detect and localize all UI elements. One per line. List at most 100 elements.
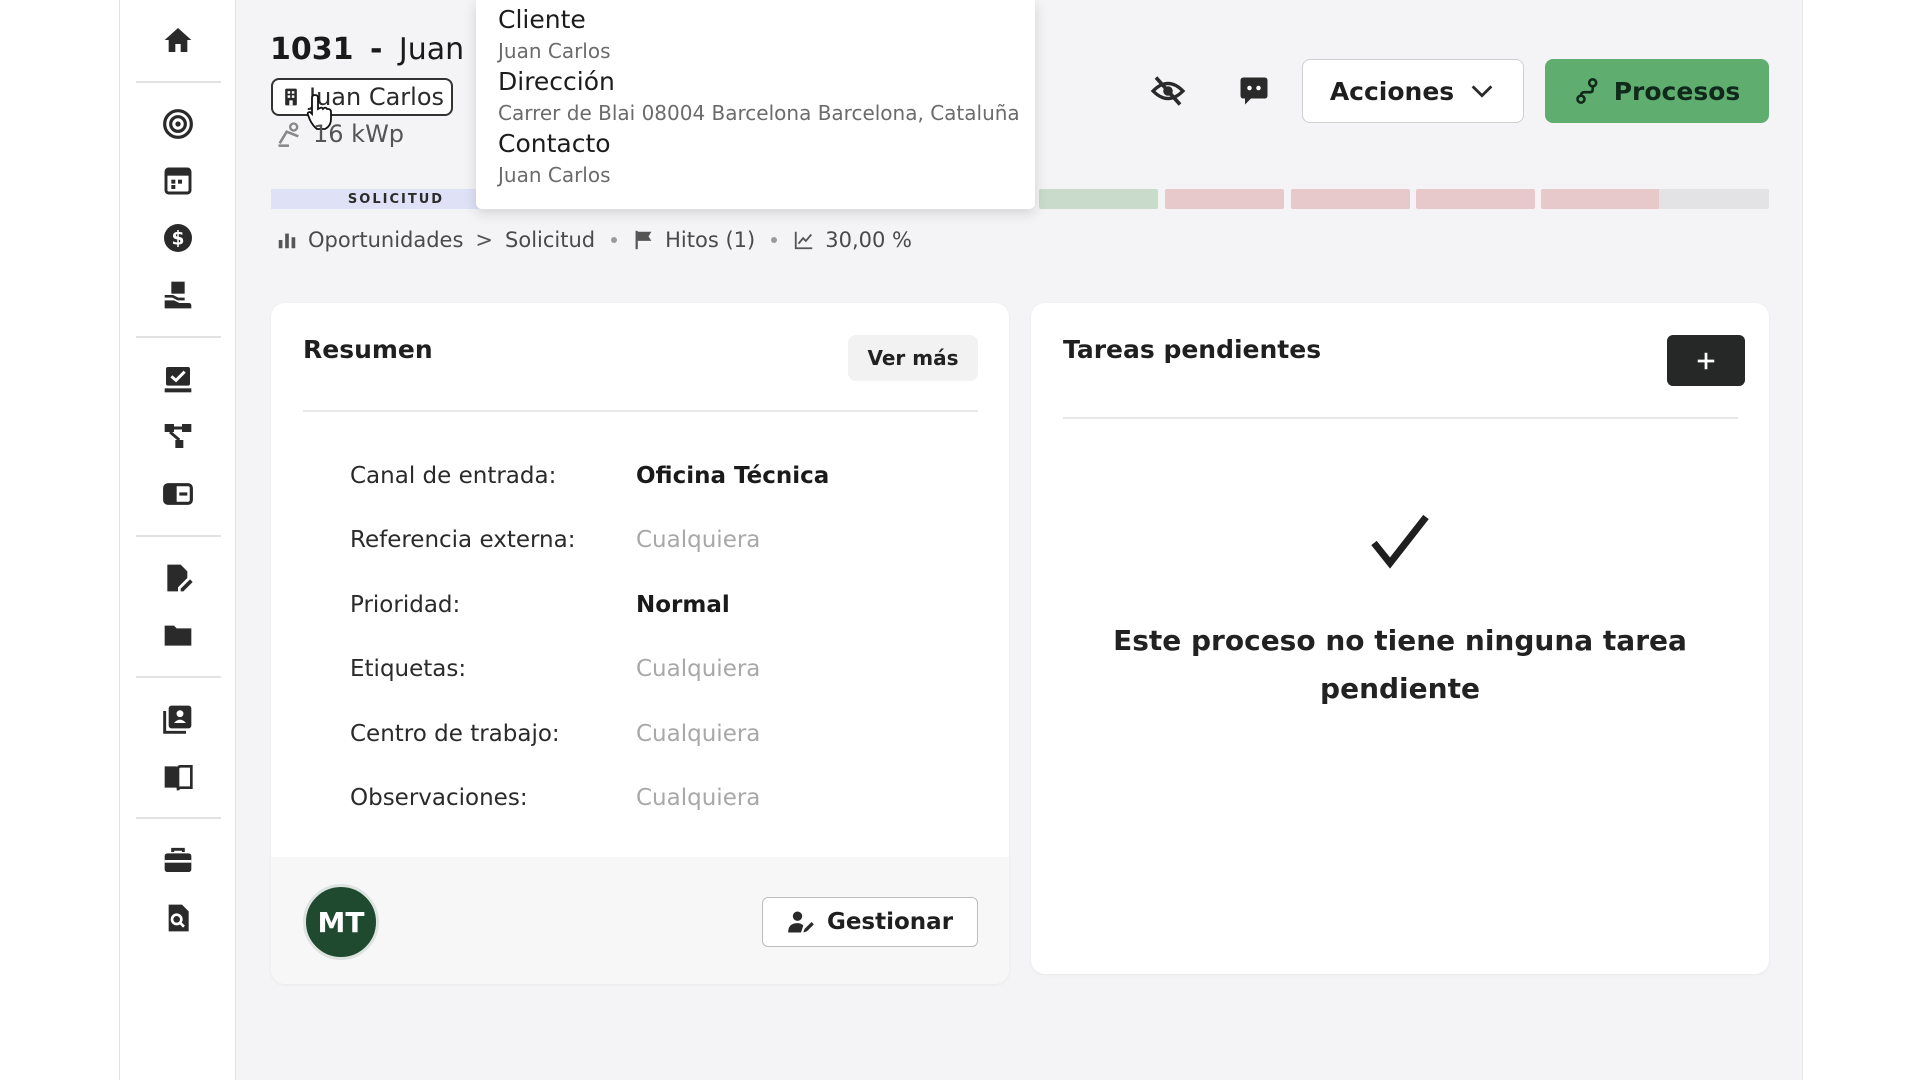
gestionar-button[interactable]: Gestionar xyxy=(762,897,978,947)
stage-segment[interactable] xyxy=(1416,189,1535,209)
field-label: Prioridad: xyxy=(350,592,461,618)
field-label: Observaciones: xyxy=(350,785,528,811)
chevron-down-icon xyxy=(1471,85,1493,98)
checkmark-icon xyxy=(1371,514,1429,569)
breadcrumb-dot xyxy=(771,237,778,243)
bar-chart-icon xyxy=(278,233,296,249)
home-icon[interactable] xyxy=(159,21,197,59)
power-rating: 16 kWp xyxy=(275,120,404,148)
flag-icon xyxy=(635,230,652,250)
acciones-dropdown[interactable]: Acciones xyxy=(1302,59,1524,123)
sidebar-divider xyxy=(136,336,221,338)
add-task-button[interactable] xyxy=(1667,335,1745,386)
file-sign-icon[interactable] xyxy=(159,559,197,597)
popover-direccion-label: Dirección xyxy=(498,67,615,96)
field-centro-trabajo: Centro de trabajo: Cualquiera xyxy=(350,721,910,747)
avatar[interactable]: MT xyxy=(303,884,379,960)
hide-toggle-button[interactable] xyxy=(1146,69,1190,113)
card-divider xyxy=(1063,417,1738,419)
popover-cliente-value: Juan Carlos xyxy=(498,39,611,63)
sidebar-divider xyxy=(136,535,221,537)
stage-segment[interactable] xyxy=(1039,189,1158,209)
sidebar-divider xyxy=(136,81,221,83)
chat-bot-icon xyxy=(1240,77,1268,105)
gestionar-label: Gestionar xyxy=(826,909,954,935)
field-value[interactable]: Cualquiera xyxy=(636,785,760,811)
title-client-name: Juan Carlos xyxy=(398,32,475,67)
field-value[interactable]: Oficina Técnica xyxy=(636,463,829,489)
tareas-card: Tareas pendientes Este proceso no tiene … xyxy=(1031,303,1769,974)
chat-button[interactable] xyxy=(1232,69,1276,113)
pencil-icon[interactable] xyxy=(452,87,453,107)
sidebar-divider xyxy=(136,817,221,819)
target-icon[interactable] xyxy=(159,105,197,143)
calendar-icon[interactable] xyxy=(159,162,197,200)
sidebar-divider xyxy=(136,676,221,678)
stage-segment[interactable] xyxy=(1165,189,1284,209)
stage-segment[interactable] xyxy=(1291,189,1410,209)
solar-panel-icon xyxy=(278,122,299,147)
svg-text:$: $ xyxy=(172,229,185,250)
field-value[interactable]: Cualquiera xyxy=(636,527,760,553)
power-value: 16 kWp xyxy=(313,120,405,148)
breadcrumb-chevron: > xyxy=(475,228,494,252)
document-search-icon[interactable] xyxy=(159,899,197,937)
ver-mas-button[interactable]: Ver más xyxy=(848,335,978,381)
eye-slash-icon xyxy=(1150,76,1186,106)
client-chip[interactable]: Juan Carlos xyxy=(271,78,453,116)
hitos-link[interactable]: Hitos (1) xyxy=(665,228,755,252)
acciones-label: Acciones xyxy=(1329,76,1455,106)
trend-chart-icon xyxy=(795,231,813,250)
field-canal: Canal de entrada: Oficina Técnica xyxy=(350,463,910,489)
procesos-label: Procesos xyxy=(1613,76,1741,106)
field-referencia: Referencia externa: Cualquiera xyxy=(350,527,910,553)
open-book-icon[interactable] xyxy=(159,758,197,796)
breadcrumb-dot xyxy=(611,237,618,243)
process-id: 1031 xyxy=(270,32,354,67)
breadcrumb: Oportunidades > Solicitud Hitos (1) 30,0… xyxy=(276,228,912,252)
right-panel-edge xyxy=(1802,0,1920,1080)
stage-segment[interactable] xyxy=(1541,189,1660,209)
toolbox-icon[interactable] xyxy=(159,841,197,879)
empty-state-line: Este proceso no tiene ninguna tarea xyxy=(1113,624,1687,657)
contacts-book-icon[interactable] xyxy=(159,700,197,738)
user-edit-icon xyxy=(788,911,814,933)
breadcrumb-section[interactable]: Oportunidades xyxy=(308,228,463,252)
field-observaciones: Observaciones: Cualquiera xyxy=(350,785,910,811)
popover-contacto-label: Contacto xyxy=(498,129,611,158)
empty-state-message: Este proceso no tiene ninguna tarea pend… xyxy=(1091,617,1709,713)
folder-icon[interactable] xyxy=(159,616,197,654)
field-value[interactable]: Normal xyxy=(636,592,730,618)
procesos-button[interactable]: Procesos xyxy=(1545,59,1769,123)
page-title: 1031 - Juan Carlos xyxy=(270,32,475,67)
task-check-icon[interactable] xyxy=(159,360,197,398)
field-label: Etiquetas: xyxy=(350,656,467,682)
field-value[interactable]: Cualquiera xyxy=(636,656,760,682)
field-prioridad: Prioridad: Normal xyxy=(350,592,910,618)
plus-icon xyxy=(1697,352,1715,369)
flow-icon[interactable] xyxy=(159,417,197,455)
tareas-title: Tareas pendientes xyxy=(1063,335,1322,364)
title-separator: - xyxy=(369,32,383,67)
popover-contacto-value: Juan Carlos xyxy=(498,163,611,187)
card-divider xyxy=(303,410,978,412)
popover-cliente-label: Cliente xyxy=(498,5,586,34)
field-value[interactable]: Cualquiera xyxy=(636,721,760,747)
field-label: Centro de trabajo: xyxy=(350,721,560,747)
stage-segment[interactable] xyxy=(1659,189,1769,209)
process-flow-icon xyxy=(1575,78,1598,104)
empty-state-line: pendiente xyxy=(1320,672,1480,705)
client-info-popover: Cliente Juan Carlos Dirección Carrer de … xyxy=(476,0,1035,209)
breadcrumb-current[interactable]: Solicitud xyxy=(505,228,595,252)
dollar-icon[interactable]: $ xyxy=(159,219,197,257)
sidebar: $ xyxy=(119,0,236,1080)
resumen-footer: MT Gestionar xyxy=(271,857,1009,984)
popover-direccion-value: Carrer de Blai 08004 Barcelona Barcelona… xyxy=(498,101,1020,125)
resumen-card: Resumen Ver más Canal de entrada: Oficin… xyxy=(271,303,1009,984)
hand-box-icon[interactable] xyxy=(159,276,197,314)
field-label: Referencia externa: xyxy=(350,527,576,553)
field-etiquetas: Etiquetas: Cualquiera xyxy=(350,656,910,682)
probability-percent: 30,00 % xyxy=(825,228,912,252)
ticket-icon[interactable] xyxy=(159,475,197,513)
field-label: Canal de entrada: xyxy=(350,463,557,489)
